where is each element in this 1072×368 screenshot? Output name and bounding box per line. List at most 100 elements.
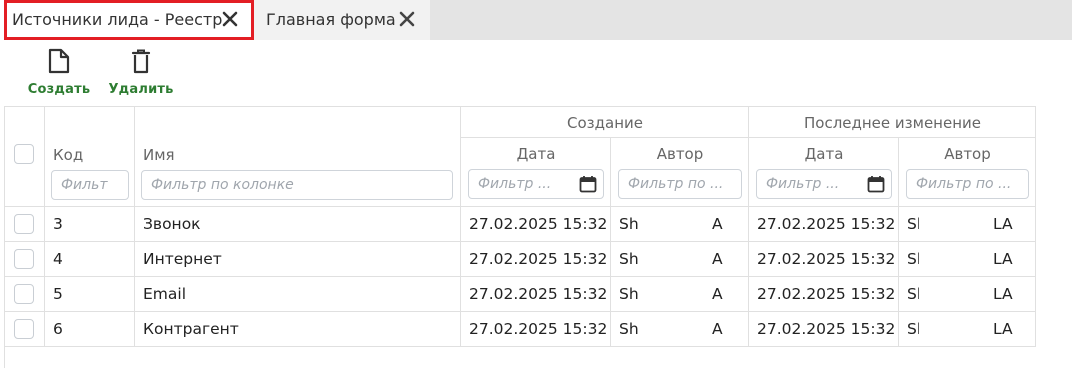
row-select-cell bbox=[5, 242, 45, 277]
close-icon[interactable] bbox=[221, 10, 239, 28]
cell-created-author: Sh A bbox=[611, 207, 749, 242]
created-date-value: 27.02.2025 15:32 bbox=[469, 250, 608, 268]
created-author-value-end: A bbox=[712, 285, 723, 303]
changed-author-value-end: LA bbox=[993, 285, 1013, 303]
changed-date-value: 27.02.2025 15:32 bbox=[757, 215, 896, 233]
cell-created-date: 27.02.2025 15:32 bbox=[461, 312, 611, 347]
row-checkbox[interactable] bbox=[14, 249, 34, 269]
cell-created-author: Sh A bbox=[611, 277, 749, 312]
header-changed-author-label: Автор bbox=[944, 145, 991, 163]
group-header-creation: Создание bbox=[461, 106, 749, 138]
cell-changed-author: Sh LA bbox=[899, 312, 1036, 347]
cell-changed-author: Sh LA bbox=[899, 207, 1036, 242]
name-value: Звонок bbox=[143, 215, 201, 233]
header-changed-author[interactable]: Автор Фильтр по ... bbox=[899, 138, 1036, 207]
cell-changed-date: 27.02.2025 15:32 bbox=[749, 277, 899, 312]
created-author-value-start: Sh bbox=[619, 215, 639, 233]
name-value: Интернет bbox=[143, 250, 222, 268]
header-code-label: Код bbox=[53, 146, 84, 164]
cell-created-date: 27.02.2025 15:32 bbox=[461, 277, 611, 312]
cell-changed-date: 27.02.2025 15:32 bbox=[749, 312, 899, 347]
header-created-date-label: Дата bbox=[516, 145, 556, 163]
cell-name: Email bbox=[135, 277, 461, 312]
cell-created-date: 27.02.2025 15:32 bbox=[461, 207, 611, 242]
select-all-checkbox[interactable] bbox=[14, 144, 34, 164]
code-value: 3 bbox=[53, 215, 63, 233]
delete-button-label: Удалить bbox=[108, 82, 174, 97]
created-date-value: 27.02.2025 15:32 bbox=[469, 320, 608, 338]
cell-name: Контрагент bbox=[135, 312, 461, 347]
lead-sources-table: Код Фильт Имя Фильтр по колонке Создание… bbox=[4, 106, 1036, 368]
header-code[interactable]: Код Фильт bbox=[45, 106, 135, 207]
name-value: Контрагент bbox=[143, 320, 239, 338]
redaction-mask bbox=[919, 316, 991, 342]
tab-label: Главная форма bbox=[266, 10, 396, 29]
filter-created-date-input[interactable]: Фильтр ... bbox=[468, 169, 604, 199]
cell-code: 6 bbox=[45, 312, 135, 347]
changed-date-value: 27.02.2025 15:32 bbox=[757, 320, 896, 338]
create-button[interactable]: Создать bbox=[28, 48, 90, 97]
header-name-label: Имя bbox=[143, 146, 175, 164]
header-select-cell bbox=[5, 106, 45, 207]
tab-main-form[interactable]: Главная форма bbox=[254, 0, 430, 40]
created-date-value: 27.02.2025 15:32 bbox=[469, 215, 608, 233]
row-checkbox[interactable] bbox=[14, 319, 34, 339]
row-checkbox[interactable] bbox=[14, 214, 34, 234]
created-author-value-end: A bbox=[712, 215, 723, 233]
filter-changed-date-input[interactable]: Фильтр ... bbox=[756, 169, 892, 199]
row-checkbox[interactable] bbox=[14, 284, 34, 304]
cell-code: 3 bbox=[45, 207, 135, 242]
created-author-value-start: Sh bbox=[619, 250, 639, 268]
created-author-value-start: Sh bbox=[619, 285, 639, 303]
filter-created-author-input[interactable]: Фильтр по ... bbox=[618, 169, 742, 199]
create-button-label: Создать bbox=[27, 82, 91, 97]
cell-code: 4 bbox=[45, 242, 135, 277]
tab-label: Источники лида - Реестр bbox=[12, 10, 223, 29]
filter-changed-author-input[interactable]: Фильтр по ... bbox=[906, 169, 1029, 199]
filter-placeholder: Фильтр ... bbox=[478, 176, 552, 192]
code-value: 4 bbox=[53, 250, 63, 268]
name-value: Email bbox=[143, 285, 187, 303]
cell-changed-author: Sh LA bbox=[899, 242, 1036, 277]
close-icon[interactable] bbox=[398, 10, 416, 28]
header-created-author[interactable]: Автор Фильтр по ... bbox=[611, 138, 749, 207]
cell-code: 5 bbox=[45, 277, 135, 312]
cell-name: Звонок bbox=[135, 207, 461, 242]
cell-changed-author: Sh LA bbox=[899, 277, 1036, 312]
delete-button[interactable]: Удалить bbox=[108, 48, 174, 97]
header-created-author-label: Автор bbox=[656, 145, 704, 163]
header-name[interactable]: Имя Фильтр по колонке bbox=[135, 106, 461, 207]
redaction-mask bbox=[919, 281, 991, 307]
redaction-mask bbox=[919, 246, 991, 272]
created-author-value-end: A bbox=[712, 250, 723, 268]
code-value: 6 bbox=[53, 320, 63, 338]
group-header-last-change-label: Последнее изменение bbox=[803, 114, 981, 132]
calendar-icon[interactable] bbox=[867, 175, 885, 193]
created-date-value: 27.02.2025 15:32 bbox=[469, 285, 608, 303]
cell-name: Интернет bbox=[135, 242, 461, 277]
code-value: 5 bbox=[53, 285, 63, 303]
cell-created-author: Sh A bbox=[611, 242, 749, 277]
group-header-last-change: Последнее изменение bbox=[749, 106, 1036, 138]
filter-code-input[interactable]: Фильт bbox=[51, 170, 129, 200]
cell-changed-date: 27.02.2025 15:32 bbox=[749, 207, 899, 242]
row-select-cell bbox=[5, 277, 45, 312]
trash-icon bbox=[131, 49, 151, 74]
header-created-date[interactable]: Дата Фильтр ... bbox=[461, 138, 611, 207]
tab-lead-sources-registry[interactable]: Источники лида - Реестр bbox=[0, 0, 252, 40]
filter-name-input[interactable]: Фильтр по колонке bbox=[141, 170, 453, 200]
tab-bar: Источники лида - Реестр Главная форма bbox=[0, 0, 1072, 40]
cell-created-date: 27.02.2025 15:32 bbox=[461, 242, 611, 277]
calendar-icon[interactable] bbox=[579, 175, 597, 193]
created-author-value-end: A bbox=[712, 320, 723, 338]
group-header-creation-label: Создание bbox=[567, 114, 643, 132]
changed-date-value: 27.02.2025 15:32 bbox=[757, 250, 896, 268]
redaction-mask bbox=[919, 211, 991, 237]
cell-created-author: Sh A bbox=[611, 312, 749, 347]
row-select-cell bbox=[5, 207, 45, 242]
new-file-icon bbox=[48, 48, 70, 74]
created-author-value-start: Sh bbox=[619, 320, 639, 338]
changed-author-value-end: LA bbox=[993, 215, 1013, 233]
header-changed-date[interactable]: Дата Фильтр ... bbox=[749, 138, 899, 207]
changed-author-value-end: LA bbox=[993, 320, 1013, 338]
